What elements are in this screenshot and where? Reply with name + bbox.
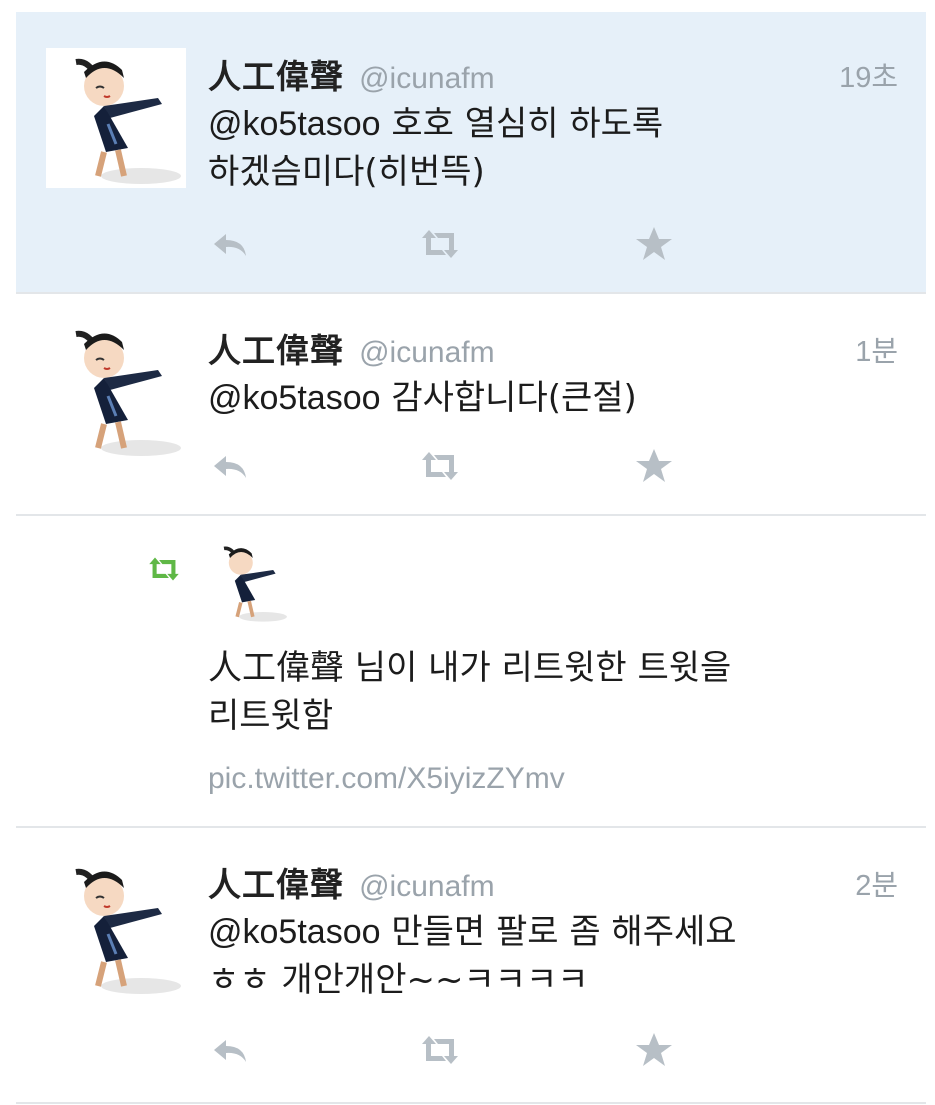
tweet-item[interactable]: 人工偉聲 @icunafm 1분 @ko5tasoo 감사합니다(큰절) — [16, 294, 926, 516]
favorite-icon[interactable] — [632, 446, 676, 486]
tweet-text-line: ㅎㅎ 개안개안~~ㅋㅋㅋㅋ — [208, 960, 589, 1000]
avatar[interactable] — [206, 540, 290, 624]
tweet-text: @ko5tasoo 감사합니다(큰절) — [208, 374, 868, 422]
reply-icon[interactable] — [208, 446, 252, 486]
tweet-actions — [208, 446, 708, 486]
tweet-text-line: 하겠슴미다(히번뜩) — [208, 152, 485, 192]
reply-icon[interactable] — [208, 224, 252, 264]
favorite-icon[interactable] — [632, 1030, 676, 1070]
tweet-text-line: 호호 열심히 하도록 — [380, 104, 664, 144]
retweet-icon[interactable] — [418, 446, 462, 486]
tweet-item[interactable]: 人工偉聲 @icunafm 2분 @ko5tasoo 만들면 팔로 좀 해주세요… — [16, 828, 926, 1104]
tweet-text-line: 만들면 팔로 좀 해주세요 — [380, 912, 737, 952]
reply-icon[interactable] — [208, 1030, 252, 1070]
mention-link[interactable]: @ko5tasoo — [208, 379, 381, 417]
username[interactable]: @icunafm — [359, 336, 495, 369]
tweet-item[interactable]: 人工偉聲 @icunafm 19초 @ko5tasoo 호호 열심히 하도록 하… — [16, 12, 926, 294]
retweet-notification[interactable]: 人工偉聲 님이 내가 리트윗한 트윗을 리트윗함 pic.twitter.com… — [16, 516, 926, 828]
media-link[interactable]: pic.twitter.com/X5iyizZYmv — [208, 762, 565, 796]
tweet-text-line: 감사합니다(큰절) — [380, 378, 637, 418]
mention-link[interactable]: @ko5tasoo — [208, 105, 381, 143]
notification-text: 人工偉聲 님이 내가 리트윗한 트윗을 리트윗함 — [208, 644, 888, 740]
timestamp[interactable]: 1분 — [855, 328, 898, 370]
tweet-text: @ko5tasoo 호호 열심히 하도록 하겠슴미다(히번뜩) — [208, 100, 868, 196]
tweet-actions — [208, 1030, 708, 1070]
tweet-header: 人工偉聲 @icunafm — [208, 324, 495, 372]
display-name[interactable]: 人工偉聲 — [208, 57, 344, 96]
retweet-icon[interactable] — [418, 224, 462, 264]
avatar[interactable] — [46, 48, 186, 188]
display-name[interactable]: 人工偉聲 — [208, 331, 344, 370]
tweet-header: 人工偉聲 @icunafm — [208, 50, 495, 98]
notification-line: 리트윗함 — [208, 696, 334, 736]
notification-line: 人工偉聲 님이 내가 리트윗한 트윗을 — [208, 648, 732, 688]
mention-link[interactable]: @ko5tasoo — [208, 913, 381, 951]
tweet-text: @ko5tasoo 만들면 팔로 좀 해주세요 ㅎㅎ 개안개안~~ㅋㅋㅋㅋ — [208, 908, 868, 1004]
retweet-icon — [146, 554, 182, 584]
favorite-icon[interactable] — [632, 224, 676, 264]
timeline: 人工偉聲 @icunafm 19초 @ko5tasoo 호호 열심히 하도록 하… — [0, 0, 935, 1105]
avatar[interactable] — [46, 858, 186, 998]
tweet-header: 人工偉聲 @icunafm — [208, 858, 495, 906]
display-name[interactable]: 人工偉聲 — [208, 865, 344, 904]
timestamp[interactable]: 2분 — [855, 862, 898, 904]
timestamp[interactable]: 19초 — [839, 54, 898, 96]
tweet-actions — [208, 224, 708, 264]
username[interactable]: @icunafm — [359, 62, 495, 95]
retweet-icon[interactable] — [418, 1030, 462, 1070]
avatar[interactable] — [46, 320, 186, 460]
username[interactable]: @icunafm — [359, 870, 495, 903]
